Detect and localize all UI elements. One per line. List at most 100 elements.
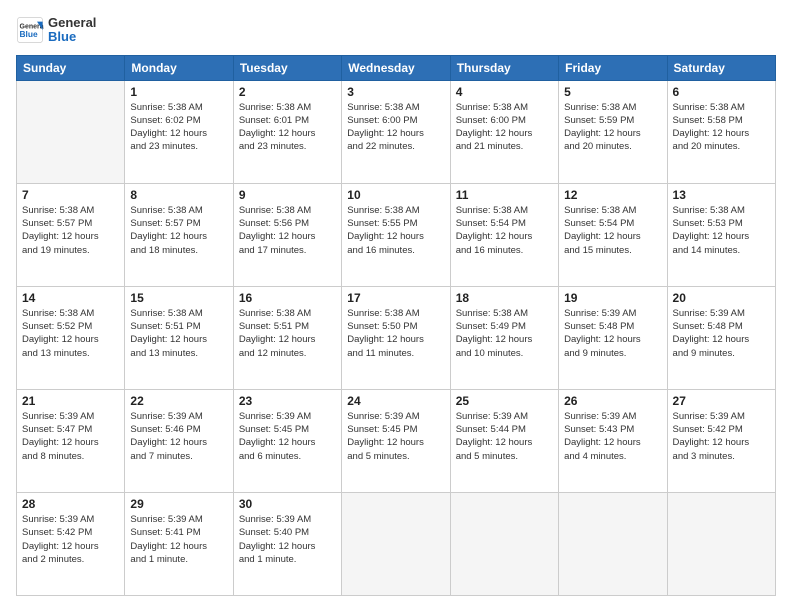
calendar-cell: 25Sunrise: 5:39 AM Sunset: 5:44 PM Dayli… [450, 389, 558, 492]
calendar-cell: 21Sunrise: 5:39 AM Sunset: 5:47 PM Dayli… [17, 389, 125, 492]
calendar-cell: 18 Sunrise: 5:38 AM Sunset: 5:49 PM Dayli… [450, 286, 558, 389]
day-info: Sunrise: 5:39 AM Sunset: 5:42 PM Dayligh… [22, 513, 119, 566]
day-info: Sunrise: 5:38 AM Sunset: 5:58 PM Dayligh… [673, 101, 770, 154]
day-info: Sunrise: 5:38 AM Sunset: 6:02 PM Dayligh… [130, 101, 227, 154]
day-number: 11 [456, 188, 553, 202]
calendar-cell: 6 Sunrise: 5:38 AM Sunset: 5:58 PM Daylig… [667, 80, 775, 183]
day-number: 28 [22, 497, 119, 511]
weekday-header-friday: Friday [559, 55, 667, 80]
day-number: 23 [239, 394, 336, 408]
weekday-header-tuesday: Tuesday [233, 55, 341, 80]
day-number: 25 [456, 394, 553, 408]
weekday-header-thursday: Thursday [450, 55, 558, 80]
day-info: Sunrise: 5:38 AM Sunset: 6:00 PM Dayligh… [456, 101, 553, 154]
day-number: 6 [673, 85, 770, 99]
week-row-3: 14 Sunrise: 5:38 AM Sunset: 5:52 PM Dayli… [17, 286, 776, 389]
calendar-cell: 4Sunrise: 5:38 AM Sunset: 6:00 PM Daylig… [450, 80, 558, 183]
day-info: Sunrise: 5:39 AM Sunset: 5:42 PM Dayligh… [673, 410, 770, 463]
day-info: Sunrise: 5:39 AM Sunset: 5:47 PM Dayligh… [22, 410, 119, 463]
day-info: Sunrise: 5:39 AM Sunset: 5:40 PM Dayligh… [239, 513, 336, 566]
day-number: 15 [130, 291, 227, 305]
calendar-cell: 29Sunrise: 5:39 AM Sunset: 5:41 PM Dayli… [125, 492, 233, 595]
svg-text:Blue: Blue [20, 29, 38, 39]
day-info: Sunrise: 5:39 AM Sunset: 5:43 PM Dayligh… [564, 410, 661, 463]
day-info: Sunrise: 5:39 AM Sunset: 5:46 PM Dayligh… [130, 410, 227, 463]
day-info: Sunrise: 5:38 AM Sunset: 6:01 PM Dayligh… [239, 101, 336, 154]
weekday-header-wednesday: Wednesday [342, 55, 450, 80]
calendar-cell: 20 Sunrise: 5:39 AM Sunset: 5:48 PM Dayli… [667, 286, 775, 389]
calendar-cell: 12Sunrise: 5:38 AM Sunset: 5:54 PM Dayli… [559, 183, 667, 286]
calendar-cell: 8 Sunrise: 5:38 AM Sunset: 5:57 PM Daylig… [125, 183, 233, 286]
calendar-cell: 28 Sunrise: 5:39 AM Sunset: 5:42 PM Dayli… [17, 492, 125, 595]
calendar-cell: 23Sunrise: 5:39 AM Sunset: 5:45 PM Dayli… [233, 389, 341, 492]
day-info: Sunrise: 5:39 AM Sunset: 5:48 PM Dayligh… [673, 307, 770, 360]
day-info: Sunrise: 5:38 AM Sunset: 5:54 PM Dayligh… [456, 204, 553, 257]
calendar-cell [17, 80, 125, 183]
week-row-4: 21Sunrise: 5:39 AM Sunset: 5:47 PM Dayli… [17, 389, 776, 492]
day-info: Sunrise: 5:38 AM Sunset: 5:53 PM Dayligh… [673, 204, 770, 257]
day-info: Sunrise: 5:38 AM Sunset: 5:52 PM Dayligh… [22, 307, 119, 360]
day-number: 26 [564, 394, 661, 408]
calendar-cell: 26 Sunrise: 5:39 AM Sunset: 5:43 PM Dayli… [559, 389, 667, 492]
logo-general: General [48, 16, 96, 30]
week-row-1: 1 Sunrise: 5:38 AM Sunset: 6:02 PM Daylig… [17, 80, 776, 183]
week-row-5: 28 Sunrise: 5:39 AM Sunset: 5:42 PM Dayli… [17, 492, 776, 595]
day-info: Sunrise: 5:38 AM Sunset: 5:51 PM Dayligh… [239, 307, 336, 360]
calendar-cell: 2 Sunrise: 5:38 AM Sunset: 6:01 PM Daylig… [233, 80, 341, 183]
day-info: Sunrise: 5:38 AM Sunset: 5:51 PM Dayligh… [130, 307, 227, 360]
calendar-cell [667, 492, 775, 595]
logo-blue: Blue [48, 30, 96, 44]
calendar-cell: 19 Sunrise: 5:39 AM Sunset: 5:48 PM Dayli… [559, 286, 667, 389]
day-number: 9 [239, 188, 336, 202]
day-number: 3 [347, 85, 444, 99]
calendar-cell [342, 492, 450, 595]
day-number: 20 [673, 291, 770, 305]
day-number: 17 [347, 291, 444, 305]
day-info: Sunrise: 5:38 AM Sunset: 5:57 PM Dayligh… [22, 204, 119, 257]
weekday-header-sunday: Sunday [17, 55, 125, 80]
day-number: 18 [456, 291, 553, 305]
calendar-cell: 24 Sunrise: 5:39 AM Sunset: 5:45 PM Dayli… [342, 389, 450, 492]
day-number: 10 [347, 188, 444, 202]
page: General Blue General Blue SundayMondayTu… [0, 0, 792, 612]
calendar-cell: 5 Sunrise: 5:38 AM Sunset: 5:59 PM Daylig… [559, 80, 667, 183]
header: General Blue General Blue [16, 16, 776, 45]
day-number: 13 [673, 188, 770, 202]
day-info: Sunrise: 5:39 AM Sunset: 5:45 PM Dayligh… [347, 410, 444, 463]
calendar-cell: 27Sunrise: 5:39 AM Sunset: 5:42 PM Dayli… [667, 389, 775, 492]
day-number: 5 [564, 85, 661, 99]
calendar-cell: 22Sunrise: 5:39 AM Sunset: 5:46 PM Dayli… [125, 389, 233, 492]
day-number: 8 [130, 188, 227, 202]
calendar-cell: 14 Sunrise: 5:38 AM Sunset: 5:52 PM Dayli… [17, 286, 125, 389]
weekday-header-row: SundayMondayTuesdayWednesdayThursdayFrid… [17, 55, 776, 80]
day-info: Sunrise: 5:38 AM Sunset: 5:57 PM Dayligh… [130, 204, 227, 257]
calendar-cell: 3 Sunrise: 5:38 AM Sunset: 6:00 PM Daylig… [342, 80, 450, 183]
calendar-cell [450, 492, 558, 595]
day-info: Sunrise: 5:38 AM Sunset: 5:50 PM Dayligh… [347, 307, 444, 360]
day-info: Sunrise: 5:38 AM Sunset: 5:59 PM Dayligh… [564, 101, 661, 154]
day-number: 24 [347, 394, 444, 408]
day-info: Sunrise: 5:39 AM Sunset: 5:48 PM Dayligh… [564, 307, 661, 360]
day-number: 19 [564, 291, 661, 305]
day-info: Sunrise: 5:38 AM Sunset: 5:55 PM Dayligh… [347, 204, 444, 257]
day-number: 1 [130, 85, 227, 99]
calendar-cell [559, 492, 667, 595]
logo: General Blue General Blue [16, 16, 96, 45]
logo-icon: General Blue [16, 16, 44, 44]
calendar-cell: 10 Sunrise: 5:38 AM Sunset: 5:55 PM Dayli… [342, 183, 450, 286]
calendar-cell: 1 Sunrise: 5:38 AM Sunset: 6:02 PM Daylig… [125, 80, 233, 183]
day-info: Sunrise: 5:38 AM Sunset: 6:00 PM Dayligh… [347, 101, 444, 154]
calendar-cell: 9Sunrise: 5:38 AM Sunset: 5:56 PM Daylig… [233, 183, 341, 286]
weekday-header-monday: Monday [125, 55, 233, 80]
day-info: Sunrise: 5:38 AM Sunset: 5:49 PM Dayligh… [456, 307, 553, 360]
calendar-cell: 30Sunrise: 5:39 AM Sunset: 5:40 PM Dayli… [233, 492, 341, 595]
calendar-cell: 15 Sunrise: 5:38 AM Sunset: 5:51 PM Dayli… [125, 286, 233, 389]
calendar-cell: 11 Sunrise: 5:38 AM Sunset: 5:54 PM Dayli… [450, 183, 558, 286]
day-number: 14 [22, 291, 119, 305]
day-info: Sunrise: 5:38 AM Sunset: 5:54 PM Dayligh… [564, 204, 661, 257]
day-number: 16 [239, 291, 336, 305]
calendar-cell: 7Sunrise: 5:38 AM Sunset: 5:57 PM Daylig… [17, 183, 125, 286]
day-number: 2 [239, 85, 336, 99]
day-number: 29 [130, 497, 227, 511]
calendar-cell: 17 Sunrise: 5:38 AM Sunset: 5:50 PM Dayli… [342, 286, 450, 389]
